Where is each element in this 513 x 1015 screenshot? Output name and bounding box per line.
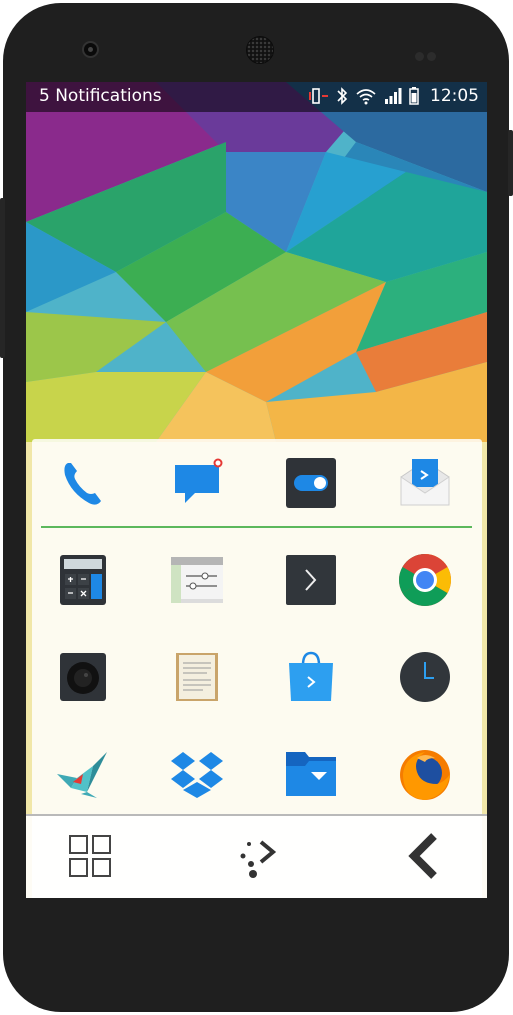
navigation-bar (26, 814, 487, 898)
folder-icon (286, 752, 336, 796)
status-clock: 12:05 (430, 86, 479, 106)
calculator-app[interactable] (53, 550, 113, 610)
front-camera (82, 41, 99, 58)
camera-icon (60, 653, 106, 701)
phone-app[interactable] (53, 453, 113, 513)
calculator-icon (60, 555, 106, 605)
back-chevron-icon (408, 833, 437, 879)
messages-app[interactable] (167, 453, 227, 513)
chat-bubble-icon (175, 458, 223, 503)
wifi-icon (356, 89, 376, 105)
envelope-icon (400, 459, 450, 506)
app-grid-icon (69, 835, 111, 877)
paper-crane-icon (57, 752, 107, 798)
clock-app[interactable] (395, 647, 455, 707)
toggle-icon (286, 458, 336, 508)
notifications-label[interactable]: 5 Notifications (39, 86, 162, 106)
earpiece-speaker (246, 36, 274, 64)
proximity-sensors (415, 46, 439, 65)
vibrate-icon (309, 88, 328, 104)
favorites-divider (41, 526, 472, 528)
clock-icon (400, 652, 450, 702)
volume-button (0, 198, 5, 358)
phone-icon (64, 463, 101, 505)
notepad-icon (176, 653, 218, 701)
email-app[interactable] (395, 453, 455, 513)
window-sliders-icon (171, 557, 223, 603)
files-app[interactable] (281, 744, 341, 804)
home-button[interactable] (229, 830, 283, 884)
chrome-app[interactable] (395, 550, 455, 610)
firefox-app[interactable] (395, 744, 455, 804)
camera-app[interactable] (53, 647, 113, 707)
home-kde-icon (240, 840, 277, 878)
bluetooth-icon (337, 87, 348, 105)
bird-app[interactable] (53, 744, 113, 804)
store-app[interactable] (281, 647, 341, 707)
system-settings-app[interactable] (167, 550, 227, 610)
notes-app[interactable] (167, 647, 227, 707)
app-grid-button[interactable] (64, 830, 118, 884)
signal-icon (385, 88, 402, 104)
dropbox-app[interactable] (167, 744, 227, 804)
settings-toggle-app[interactable] (281, 453, 341, 513)
terminal-app[interactable] (281, 550, 341, 610)
terminal-icon (286, 555, 336, 605)
dropbox-icon (171, 752, 223, 798)
status-bar[interactable]: 5 Notifications 12:05 (26, 82, 487, 112)
shopping-bag-icon (289, 651, 333, 701)
firefox-icon (400, 750, 450, 800)
back-button[interactable] (396, 830, 450, 884)
power-button (508, 130, 513, 196)
phone-screen: 5 Notifications 12:05 (26, 82, 487, 898)
chrome-icon (399, 554, 451, 606)
battery-icon (409, 87, 419, 105)
